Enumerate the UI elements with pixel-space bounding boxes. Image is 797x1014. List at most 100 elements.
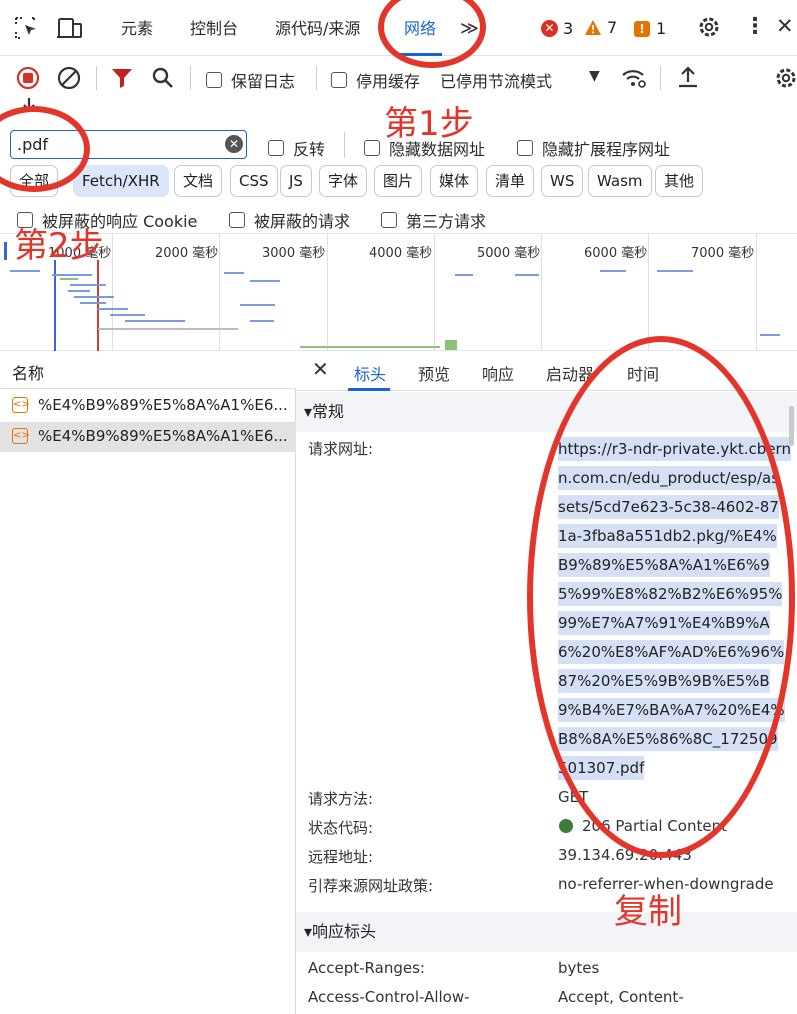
type-filter-manifest[interactable]: 清单 [486, 165, 535, 197]
invert-checkbox[interactable]: 反转 [268, 136, 325, 160]
request-row[interactable]: <> %E4%B9%89%E5%8A%A1%E6... [0, 391, 296, 421]
tab-headers[interactable]: 标头 [354, 361, 386, 385]
blocked-requests-label: 被屏蔽的请求 [254, 212, 351, 231]
search-icon[interactable] [151, 66, 175, 90]
toolbar-divider [96, 66, 97, 90]
active-tab-underline [348, 388, 390, 391]
settings-gear-icon[interactable] [697, 15, 721, 39]
annotation-copy: 复制 [614, 892, 682, 932]
header-name: Accept-Ranges: [308, 959, 425, 977]
type-filter-other[interactable]: 其他 [655, 165, 704, 197]
third-party-checkbox[interactable]: 第三方请求 [381, 208, 486, 232]
type-filter-css[interactable]: CSS [230, 165, 278, 197]
throttling-select[interactable]: 已停用节流模式 [440, 68, 552, 92]
grid-line [648, 234, 649, 352]
issue-count: 1 [656, 19, 667, 38]
xhr-type-icon: <> [12, 428, 30, 444]
type-filter-media[interactable]: 媒体 [430, 165, 479, 197]
timeline-bar [445, 340, 457, 350]
checkbox-box [229, 212, 245, 228]
tab-preview[interactable]: 预览 [418, 361, 450, 385]
request-method-label: 请求方法: [308, 790, 374, 808]
grid-line [112, 234, 113, 352]
third-party-label: 第三方请求 [406, 212, 487, 231]
grid-line [434, 234, 435, 352]
type-filter-ws[interactable]: WS [541, 165, 584, 197]
tab-elements[interactable]: 元素 [121, 0, 153, 56]
timeline-bar [125, 320, 185, 322]
checkbox-box [268, 140, 284, 156]
type-filter-wasm[interactable]: Wasm [588, 165, 652, 197]
annotation-step-2: 第2步 [14, 226, 104, 266]
request-list-header[interactable]: 名称 [0, 351, 296, 389]
toolbar-divider [190, 66, 191, 90]
details-scrollbar[interactable] [789, 406, 794, 446]
filter-funnel-icon[interactable] [111, 67, 133, 89]
request-row-selected[interactable]: <> %E4%B9%89%E5%8A%A1%E6... [0, 422, 296, 452]
timeline-bar [98, 328, 238, 330]
timeline-bar [224, 272, 244, 274]
network-settings-gear-icon[interactable] [774, 66, 797, 90]
error-counter[interactable]: ✕ 3 [541, 19, 573, 38]
inspect-element-icon[interactable] [14, 16, 40, 40]
type-filter-js[interactable]: JS [280, 165, 312, 197]
blocked-requests-checkbox[interactable]: 被屏蔽的请求 [229, 208, 350, 232]
timeline-bar [98, 308, 128, 310]
grid-line [756, 234, 757, 352]
tab-response[interactable]: 响应 [482, 361, 514, 385]
warning-icon [585, 20, 601, 35]
type-filter-img[interactable]: 图片 [374, 165, 423, 197]
timeline-bar [250, 320, 274, 322]
device-toolbar-icon[interactable] [56, 16, 84, 40]
clear-log-icon[interactable] [57, 66, 81, 90]
timeline-tick: 6000 毫秒 [584, 246, 648, 261]
timeline-bar [657, 270, 693, 272]
preserve-log-checkbox[interactable]: 保留日志 [206, 68, 295, 92]
preserve-log-label: 保留日志 [231, 72, 296, 91]
error-icon: ✕ [541, 20, 558, 37]
grid-line [327, 234, 328, 352]
checkbox-box [364, 140, 380, 156]
network-conditions-icon[interactable] [621, 67, 647, 89]
header-value: Accept, Content- [558, 988, 684, 1006]
type-filter-font[interactable]: 字体 [319, 165, 368, 197]
record-stop-icon[interactable] [16, 66, 40, 90]
close-devtools-icon[interactable]: ✕ [776, 14, 794, 38]
disable-cache-checkbox[interactable]: 停用缓存 [331, 68, 420, 92]
timeline-tick: 2000 毫秒 [155, 246, 219, 261]
close-details-icon[interactable]: ✕ [312, 357, 329, 381]
kebab-menu-icon[interactable]: ⋮ [744, 14, 766, 39]
import-har-icon[interactable] [676, 65, 700, 89]
disable-cache-label: 停用缓存 [356, 72, 421, 91]
checkbox-box [331, 72, 347, 88]
timeline-bar [455, 274, 473, 276]
timeline-bar [250, 280, 280, 282]
checkbox-box [206, 72, 222, 88]
timeline-tick: 4000 毫秒 [369, 246, 433, 261]
type-filter-doc[interactable]: 文档 [174, 165, 223, 197]
annotation-step-1: 第1步 [384, 104, 474, 144]
tab-console[interactable]: 控制台 [190, 0, 238, 56]
warning-count: 7 [607, 18, 618, 37]
issues-counter[interactable]: ! 1 [634, 19, 666, 38]
request-name: %E4%B9%89%E5%8A%A1%E6... [38, 396, 288, 414]
checkbox-box [381, 212, 397, 228]
timeline-handle[interactable] [4, 242, 7, 260]
type-filter-fetch-xhr[interactable]: Fetch/XHR [73, 165, 169, 197]
invert-label: 反转 [293, 140, 326, 159]
timeline-bar [760, 334, 780, 336]
clear-filter-icon[interactable]: ✕ [225, 135, 243, 153]
overview-timeline[interactable]: 1000 毫秒 2000 毫秒 3000 毫秒 4000 毫秒 5000 毫秒 … [0, 233, 797, 352]
toolbar-divider [660, 66, 661, 90]
name-column-header[interactable]: 名称 [12, 360, 44, 384]
timeline-bar [600, 270, 626, 272]
timeline-bar [515, 274, 539, 276]
warning-counter[interactable]: 7 [584, 18, 617, 37]
response-headers-section-header[interactable]: ▾响应标头 [296, 912, 797, 952]
timeline-bar [80, 302, 106, 304]
chevron-down-icon[interactable]: ▼ [589, 68, 600, 84]
grid-line [541, 234, 542, 352]
tab-sources[interactable]: 源代码/来源 [275, 0, 360, 56]
hide-extension-urls-checkbox[interactable]: 隐藏扩展程序网址 [517, 136, 670, 160]
checkbox-box [517, 140, 533, 156]
